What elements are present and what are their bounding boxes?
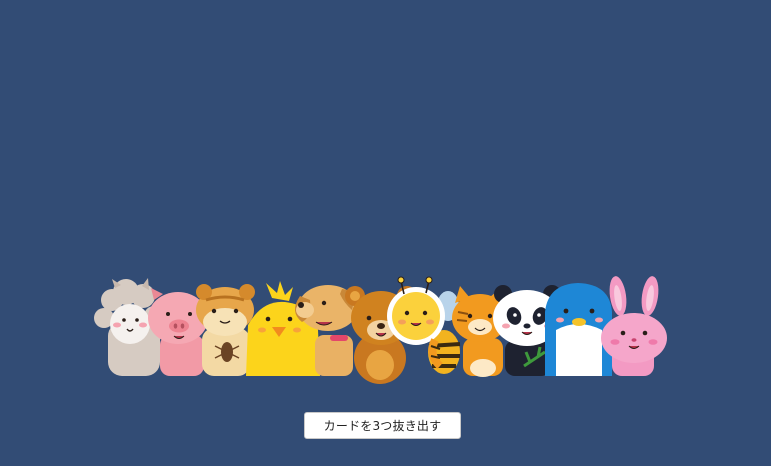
penguin-icon — [545, 283, 612, 376]
draw-three-cards-button[interactable]: カードを3つ抜き出す — [304, 412, 461, 439]
hamster-icon — [196, 284, 255, 376]
card-stage: カードを3つ抜き出す — [0, 0, 771, 466]
animal-lineup — [94, 276, 667, 384]
